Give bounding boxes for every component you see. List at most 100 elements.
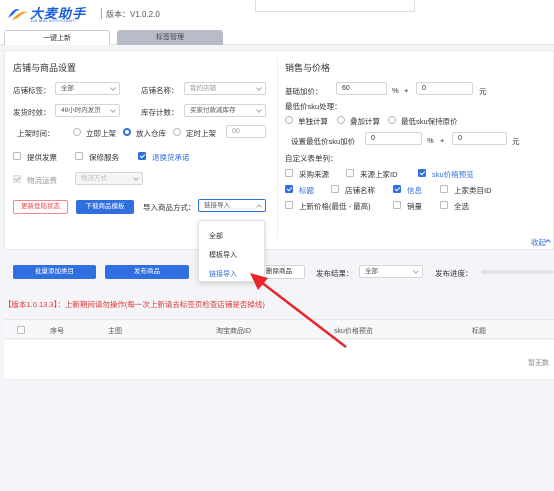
checkbox-col-shop-name[interactable] [331,185,339,193]
radio-scheduled[interactable] [173,128,181,136]
import-method-dropdown: 全部 模板导入 链接导入 [198,220,265,282]
checkbox-col-title[interactable] [285,185,293,193]
checkbox-return-promise[interactable] [138,152,146,160]
import-method-label: 导入商品方式： [143,203,196,212]
percent-sign: % [427,136,434,145]
checkbox-col-supplier-id-label: 来源上家ID [360,170,398,179]
publish-result-select[interactable]: 全部 [359,265,423,278]
chevron-down-icon [110,107,116,113]
plus-sign: + [440,136,445,145]
top-bar: 大麦助手 DA MAI ASSISTANT 版本：V1.0.2.0 [0,0,554,28]
radio-stack-calc-label: 叠加计算 [350,117,380,126]
schedule-time-input[interactable]: 00 [226,125,266,138]
col-header-sku-preview: sku价格预览 [334,328,373,335]
checkbox-select-all[interactable] [440,201,448,209]
radio-list-now[interactable] [73,128,81,136]
import-method-select[interactable]: 链接导入 [198,199,266,212]
listing-time-label: 上架时间： [17,129,55,138]
set-min-sku-input[interactable]: 0 [365,132,422,145]
update-login-status-button[interactable]: 更新登陆状态 [13,200,68,214]
checkbox-col-info[interactable] [393,185,401,193]
col-header-title: 标题 [472,328,486,335]
base-markup-label: 基础加价： [285,87,323,96]
ship-time-value: 48小时内发货 [61,107,101,114]
radio-separate-calc[interactable] [285,116,293,124]
col-header-main-image: 主图 [108,328,122,335]
section-divider [277,58,278,238]
set-min-sku-add-value: 0 [458,135,462,142]
checkbox-warranty-label: 保修服务 [89,153,119,162]
base-markup-add-input[interactable]: 0 [416,82,473,95]
shop-tag-select[interactable]: 全部 [55,82,120,95]
checkbox-logistics-label: 物流运费 [27,176,57,185]
stock-count-label: 库存计数： [141,108,179,117]
checkbox-col-sales-label: 销量 [407,202,422,211]
stock-count-value: 买家付款减库存 [190,107,236,114]
checkbox-col-source[interactable] [285,169,293,177]
table-select-all-checkbox[interactable] [17,326,25,334]
radio-keep-original[interactable] [388,116,396,124]
checkbox-invoice[interactable] [13,152,21,160]
checkbox-col-sales[interactable] [393,201,401,209]
schedule-time-placeholder: 00 [232,128,240,135]
publish-progress-label: 发布进度： [435,269,473,278]
base-markup-input[interactable]: 60 [336,82,387,95]
checkbox-col-price-range[interactable] [285,201,293,209]
radio-stack-calc[interactable] [337,116,345,124]
chevron-down-icon [256,107,262,113]
logo-icon [8,9,28,20]
publish-progress-bar [481,270,554,274]
checkbox-col-sku-preview[interactable] [418,169,426,177]
custom-columns-label: 自定义表单列： [285,154,338,163]
checkbox-select-all-label: 全选 [454,202,469,211]
checkbox-warranty[interactable] [75,152,83,160]
shop-section-title: 店铺与商品设置 [13,63,77,73]
checkbox-col-category-id-label: 上家类目ID [454,186,492,195]
set-min-sku-add-input[interactable]: 0 [452,132,507,145]
publish-result-label: 发布结果： [316,269,354,278]
table-empty-text: 暂无数 [528,360,549,367]
publish-button[interactable]: 发布商品 [105,265,189,279]
download-template-button[interactable]: 下载商品模板 [76,200,134,214]
percent-sign: % [392,86,399,95]
tab-tag-management[interactable]: 标签管理 [117,30,223,45]
radio-list-now-label: 立即上架 [86,129,116,138]
tab-quick-listing[interactable]: 一键上新 [4,30,110,45]
base-markup-value: 60 [342,85,350,92]
table-body [4,340,554,380]
checkbox-col-shop-name-label: 店铺名称 [345,186,375,195]
checkbox-col-category-id[interactable] [440,185,448,193]
checkbox-col-info-label: 信息 [407,186,422,195]
checkbox-col-price-range-label: 上新价格(最低 - 最高) [299,202,371,211]
plus-sign: + [404,86,409,95]
checkbox-col-supplier-id[interactable] [346,169,354,177]
radio-keep-original-label: 最低sku保持原价 [401,117,458,126]
set-min-sku-value: 0 [371,135,375,142]
shop-name-select[interactable]: 我的店铺 [184,82,266,95]
dropdown-option-template[interactable]: 模板导入 [209,250,237,260]
checkbox-col-title-label: 标题 [299,186,314,195]
radio-warehouse[interactable] [123,128,131,136]
checkbox-logistics[interactable] [13,175,21,183]
shop-name-label: 店铺名称： [141,86,179,95]
checkbox-col-sku-preview-label: sku价格预览 [432,170,474,179]
dropdown-option-all[interactable]: 全部 [209,231,223,241]
radio-scheduled-label: 定时上架 [186,129,216,138]
collapse-link[interactable]: 收起 [531,237,546,248]
ship-time-select[interactable]: 48小时内发货 [55,104,120,117]
dropdown-option-link[interactable]: 链接导入 [209,269,237,279]
stock-count-select[interactable]: 买家付款减库存 [184,104,266,117]
logistics-method-value: 物流方式 [81,175,107,182]
ship-time-label: 发货时效： [13,108,51,117]
batch-add-category-button[interactable]: 批量添加类目 [13,265,96,279]
yuan-unit: 元 [479,87,487,96]
import-method-value: 链接导入 [204,202,230,209]
chevron-down-icon [413,268,419,274]
min-sku-label: 最低价sku处理： [285,102,342,111]
divider [101,8,102,19]
top-blank-field [255,0,415,12]
yuan-unit: 元 [512,137,520,146]
settings-panel [4,50,554,250]
col-header-index: 序号 [50,328,64,335]
logistics-method-select[interactable]: 物流方式 [75,172,143,185]
